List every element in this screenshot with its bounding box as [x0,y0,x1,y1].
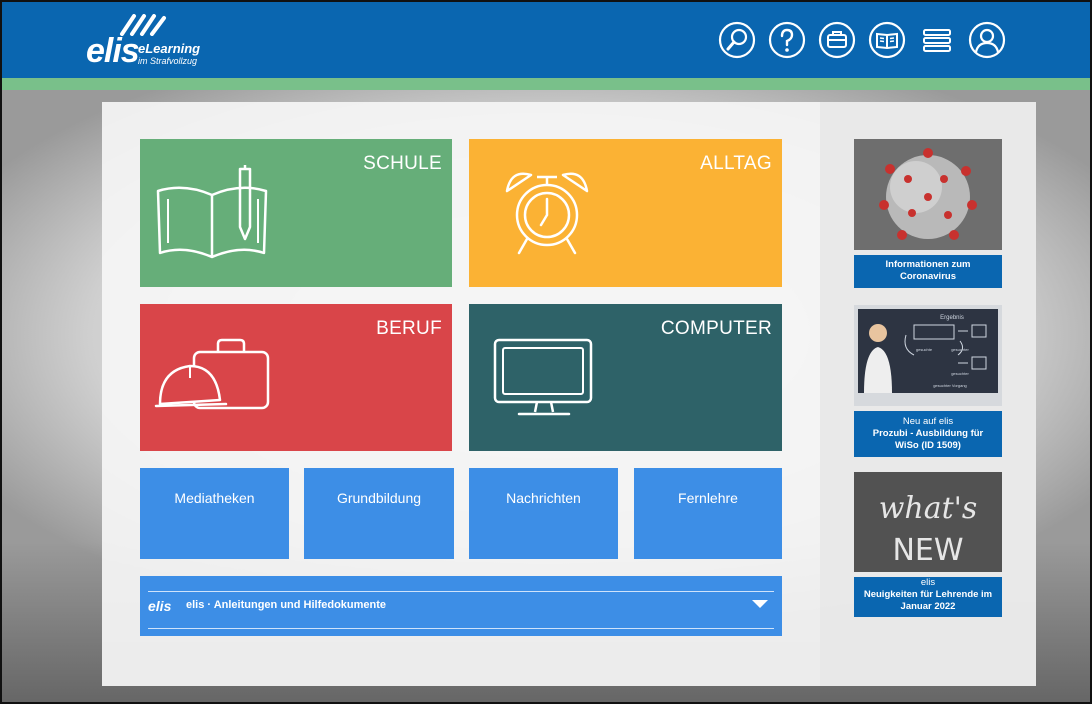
logo-tagline: im Strafvollzug [138,56,198,66]
divider [148,591,774,592]
help-icon[interactable] [768,21,806,59]
monitor-icon [493,338,593,416]
tile-schule-label: SCHULE [363,153,442,174]
news-card-prozubi[interactable]: Ergebnis gesuchte gesuchter gesuchter ge… [854,305,1002,457]
menu-icon[interactable] [918,21,956,59]
caption-line: Prozubi - Ausbildung für [872,428,984,439]
tile-fernlehre[interactable]: Fernlehre [634,468,782,559]
book-icon[interactable] [868,21,906,59]
tile-computer[interactable]: COMPUTER [469,304,782,451]
tile-alltag[interactable]: ALLTAG [469,139,782,287]
caption-line: Coronavirus [900,271,956,282]
accordion-elis-logo: elis [148,598,172,614]
image-text: gesuchter [951,347,969,352]
tile-grundbildung-label: Grundbildung [336,490,422,506]
accordion-label: elis · Anleitungen und Hilfedokumente [186,599,387,611]
news-card-caption: elis Neuigkeiten für Lehrende im Januar … [854,577,1002,617]
tile-nachrichten-label: Nachrichten [506,490,581,506]
tile-beruf[interactable]: BERUF [140,304,452,451]
divider [148,628,774,629]
elis-logo[interactable]: elis eLearning im Strafvollzug [86,14,236,70]
chalkboard-image: what's NEW [854,472,1002,572]
header-accent-strip [2,78,1090,90]
tile-fernlehre-label: Fernlehre [678,490,738,506]
logo-subtitle: eLearning [138,41,201,56]
tile-beruf-label: BERUF [376,318,442,339]
news-card-caption: Neu auf elis Prozubi - Ausbildung für Wi… [854,411,1002,457]
coronavirus-image [854,139,1002,250]
prozubi-video-image: Ergebnis gesuchte gesuchter gesuchter ge… [854,305,1002,406]
caption-line: Neuigkeiten für Lehrende im [863,589,993,600]
news-card-caption: Informationen zum Coronavirus [854,255,1002,288]
helmet-briefcase-icon [154,338,270,410]
open-book-icon [156,165,268,259]
image-text: NEW [892,533,963,568]
alarm-clock-icon [505,172,589,255]
app-window: elis eLearning im Strafvollzug SCHULE AL… [0,0,1092,704]
briefcase-icon[interactable] [818,21,856,59]
image-text: gesuchte [916,347,933,352]
image-text: what's [879,491,978,526]
caption-line: WiSo (ID 1509) [895,440,961,451]
tile-computer-label: COMPUTER [660,318,772,339]
tile-alltag-label: ALLTAG [700,153,772,174]
tile-grundbildung[interactable]: Grundbildung [304,468,454,559]
caption-line: elis [920,577,936,588]
image-text: Ergebnis [940,315,964,321]
header-bar: elis eLearning im Strafvollzug [2,2,1090,78]
search-icon[interactable] [718,21,756,59]
help-documents-accordion[interactable]: elis elis · Anleitungen und Hilfedokumen… [140,576,782,636]
image-text: gesuchter Vorgang [933,383,967,388]
tile-schule[interactable]: SCHULE [140,139,452,287]
tile-nachrichten[interactable]: Nachrichten [469,468,618,559]
chevron-down-icon[interactable] [752,600,768,608]
news-card-whats-new[interactable]: what's NEW elis Neuigkeiten für Lehrende… [854,472,1002,617]
caption-line: Januar 2022 [900,601,956,612]
news-card-coronavirus[interactable]: Informationen zum Coronavirus [854,139,1002,288]
tile-mediatheken-label: Mediatheken [174,490,255,506]
user-icon[interactable] [968,21,1006,59]
logo-main-text: elis [86,32,140,70]
caption-line: Neu auf elis [902,416,954,427]
image-text: gesuchter [951,371,969,376]
tile-mediatheken[interactable]: Mediatheken [140,468,289,559]
caption-line: Informationen zum [885,259,971,270]
